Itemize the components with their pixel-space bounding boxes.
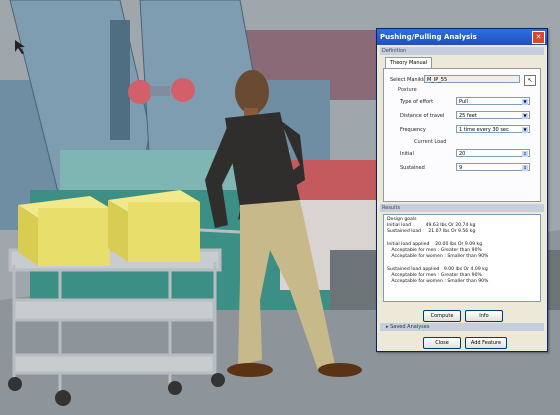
spinner-icon[interactable]: ⇕ <box>522 165 528 171</box>
saved-analyses-label: Saved Analyses <box>390 324 430 330</box>
close-icon[interactable]: ✕ <box>532 30 545 44</box>
frequency-label: Frequency <box>400 127 426 133</box>
spinner-icon[interactable]: ⇕ <box>522 151 528 157</box>
chevron-down-icon: ▼ <box>522 99 528 105</box>
distance-select[interactable]: 25 feet ▼ <box>456 111 530 119</box>
dialog-title: Pushing/Pulling Analysis <box>380 33 477 41</box>
sustained-value: 9 <box>459 165 463 171</box>
type-of-effort-label: Type of effort <box>400 99 434 105</box>
dialog-titlebar: Pushing/Pulling Analysis ✕ <box>377 29 547 45</box>
chevron-down-icon: ▼ <box>522 127 528 133</box>
tab-theory-manual[interactable]: Theory Manual <box>385 57 433 68</box>
definition-panel: Select Manikin M_IP_55 ↖ Posture Type of… <box>383 68 541 202</box>
box-left <box>18 196 110 266</box>
pushing-pulling-dialog: Pushing/Pulling Analysis ✕ Definition Th… <box>376 28 548 352</box>
posture-group-label: Posture <box>398 87 417 93</box>
frequency-select[interactable]: 1 time every 30 sec ▼ <box>456 125 530 133</box>
compute-button[interactable]: Compute <box>423 310 461 322</box>
sustained-input[interactable]: 9 ⇕ <box>456 163 530 171</box>
saved-analyses-section[interactable]: ▸ Saved Analyses <box>380 323 544 331</box>
sustained-label: Sustained <box>400 165 425 171</box>
initial-input[interactable]: 20 ⇕ <box>456 149 530 157</box>
initial-label: Initial <box>400 151 414 157</box>
type-of-effort-value: Pull <box>459 99 468 105</box>
definition-section-header[interactable]: Definition <box>380 47 544 55</box>
chevron-down-icon: ▼ <box>522 113 528 119</box>
distance-value: 25 feet <box>459 113 477 119</box>
results-textarea[interactable]: Design goals Initial load 49.63 lbs Or 2… <box>383 214 541 302</box>
select-manikin-field[interactable]: M_IP_55 <box>424 75 520 83</box>
results-section-header[interactable]: Results <box>380 204 544 212</box>
distance-label: Distance of travel <box>400 113 445 119</box>
current-load-label: Current Load <box>414 139 447 145</box>
initial-value: 20 <box>459 151 466 157</box>
type-of-effort-select[interactable]: Pull ▼ <box>456 97 530 105</box>
close-button[interactable]: Close <box>423 337 461 349</box>
info-button[interactable]: Info <box>465 310 503 322</box>
box-right <box>108 190 200 262</box>
select-manikin-label: Select Manikin <box>390 77 427 83</box>
frequency-value: 1 time every 30 sec <box>459 127 509 133</box>
pointer-select-icon[interactable]: ↖ <box>524 75 536 86</box>
add-feature-button[interactable]: Add Feature <box>465 337 507 349</box>
